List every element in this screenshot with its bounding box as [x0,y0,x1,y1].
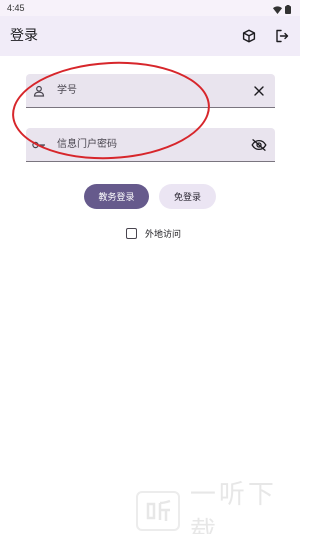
battery-icon [285,0,291,18]
academic-login-button[interactable]: 教务登录 [84,184,149,209]
wifi-icon [273,0,282,18]
remote-access-checkbox[interactable]: 外地访问 [126,226,181,240]
person-icon [31,83,47,99]
checkbox-box[interactable] [126,227,137,239]
watermark: 一听下载 [136,480,300,534]
close-icon[interactable] [250,82,268,100]
watermark-logo-icon [136,491,180,531]
skip-login-button[interactable]: 免登录 [159,184,216,209]
cube-icon[interactable] [239,26,259,46]
status-bar: 4:45 [0,0,300,16]
app-bar: 登录 [0,16,300,56]
password-label: 信息门户密码 [57,139,117,150]
remote-access-label: 外地访问 [145,229,182,240]
logout-icon[interactable] [272,26,292,46]
watermark-text: 一听下载 [189,480,277,534]
page-title: 登录 [10,28,38,44]
student-id-label: 学号 [57,85,77,96]
password-field[interactable]: 信息门户密码 [26,128,275,162]
visibility-off-icon[interactable] [250,136,268,154]
student-id-field[interactable]: 学号 [26,74,275,108]
status-time: 4:45 [7,3,25,13]
key-icon [31,137,47,153]
status-icons [273,0,291,18]
